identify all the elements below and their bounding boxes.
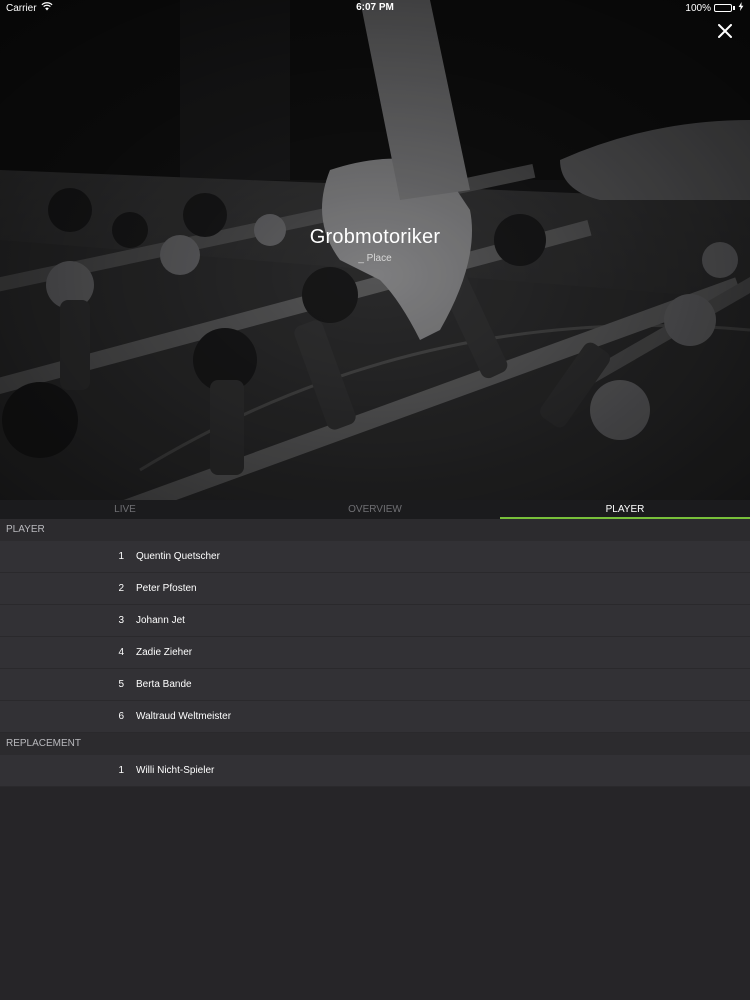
list-item[interactable]: 5 Berta Bande <box>0 669 750 701</box>
battery-tip <box>733 6 735 10</box>
list-item[interactable]: 3 Johann Jet <box>0 605 750 637</box>
list-item[interactable]: 1 Willi Nicht-Spieler <box>0 755 750 787</box>
player-number: 4 <box>118 647 124 658</box>
list-item[interactable]: 4 Zadie Zieher <box>0 637 750 669</box>
close-button[interactable] <box>714 20 736 42</box>
status-bar: Carrier 6:07 PM 100% <box>0 0 750 16</box>
team-place: _ Place <box>358 253 392 264</box>
player-list: PLAYER 1 Quentin Quetscher 2 Peter Pfost… <box>0 519 750 787</box>
status-time: 6:07 PM <box>356 2 394 13</box>
team-hero-image: Grobmotoriker _ Place <box>0 0 750 500</box>
tab-bar: LIVE OVERVIEW PLAYER <box>0 500 750 519</box>
player-name: Peter Pfosten <box>136 583 197 594</box>
tab-overview[interactable]: OVERVIEW <box>250 500 500 519</box>
replacement-number: 1 <box>118 765 124 776</box>
player-name: Quentin Quetscher <box>136 551 220 562</box>
hero-text: Grobmotoriker _ Place <box>0 226 750 264</box>
list-item[interactable]: 1 Quentin Quetscher <box>0 541 750 573</box>
section-header-player: PLAYER <box>0 519 750 541</box>
player-number: 2 <box>118 583 124 594</box>
list-item[interactable]: 6 Waltraud Weltmeister <box>0 701 750 733</box>
team-detail-screen: Carrier 6:07 PM 100% Grobmotoriker _ Pla… <box>0 0 750 1000</box>
player-number: 3 <box>118 615 124 626</box>
player-name: Johann Jet <box>136 615 185 626</box>
player-number: 5 <box>118 679 124 690</box>
status-right: 100% <box>685 2 744 14</box>
section-header-replacement: REPLACEMENT <box>0 733 750 755</box>
list-item[interactable]: 2 Peter Pfosten <box>0 573 750 605</box>
battery-icon <box>714 4 732 12</box>
replacement-name: Willi Nicht-Spieler <box>136 765 215 776</box>
player-name: Waltraud Weltmeister <box>136 711 232 722</box>
tab-live[interactable]: LIVE <box>0 500 250 519</box>
player-number: 1 <box>118 551 124 562</box>
player-number: 6 <box>118 711 124 722</box>
tab-player[interactable]: PLAYER <box>500 500 750 519</box>
close-icon <box>718 24 732 38</box>
team-name: Grobmotoriker <box>309 226 441 248</box>
battery-percent: 100% <box>685 2 711 14</box>
player-name: Berta Bande <box>136 679 192 690</box>
charging-icon <box>738 2 744 14</box>
player-name: Zadie Zieher <box>136 647 193 658</box>
